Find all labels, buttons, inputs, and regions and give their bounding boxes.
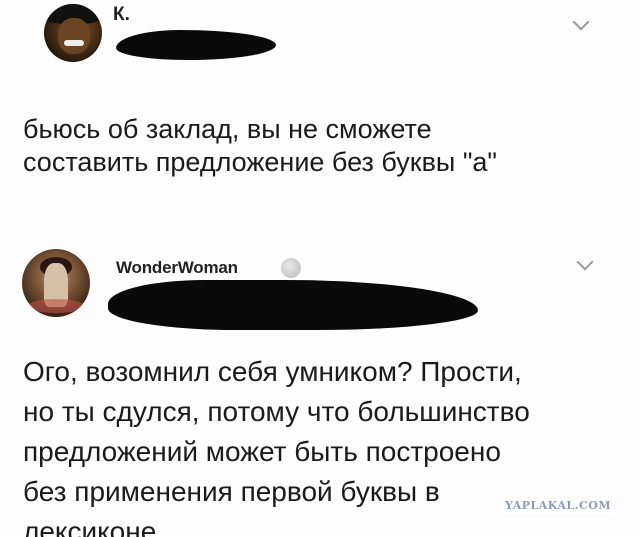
chevron-down-icon[interactable] — [572, 13, 590, 31]
glow-shape — [28, 299, 84, 313]
watermark: YAPLAKAL.COM — [502, 498, 614, 513]
user-avatar[interactable] — [22, 249, 90, 317]
redaction-mark — [116, 30, 276, 60]
verified-badge-icon — [281, 258, 301, 278]
face-shape — [58, 18, 90, 54]
screenshot-page: К. бьюсь об заклад, вы не сможете состав… — [0, 0, 640, 537]
username[interactable]: WonderWoman — [116, 258, 238, 278]
smile-shape — [64, 40, 84, 46]
post-text: бьюсь об заклад, вы не сможете составить… — [23, 114, 498, 177]
comment-post: К. — [0, 0, 640, 215]
username[interactable]: К. — [113, 4, 130, 26]
user-avatar[interactable] — [44, 4, 102, 62]
